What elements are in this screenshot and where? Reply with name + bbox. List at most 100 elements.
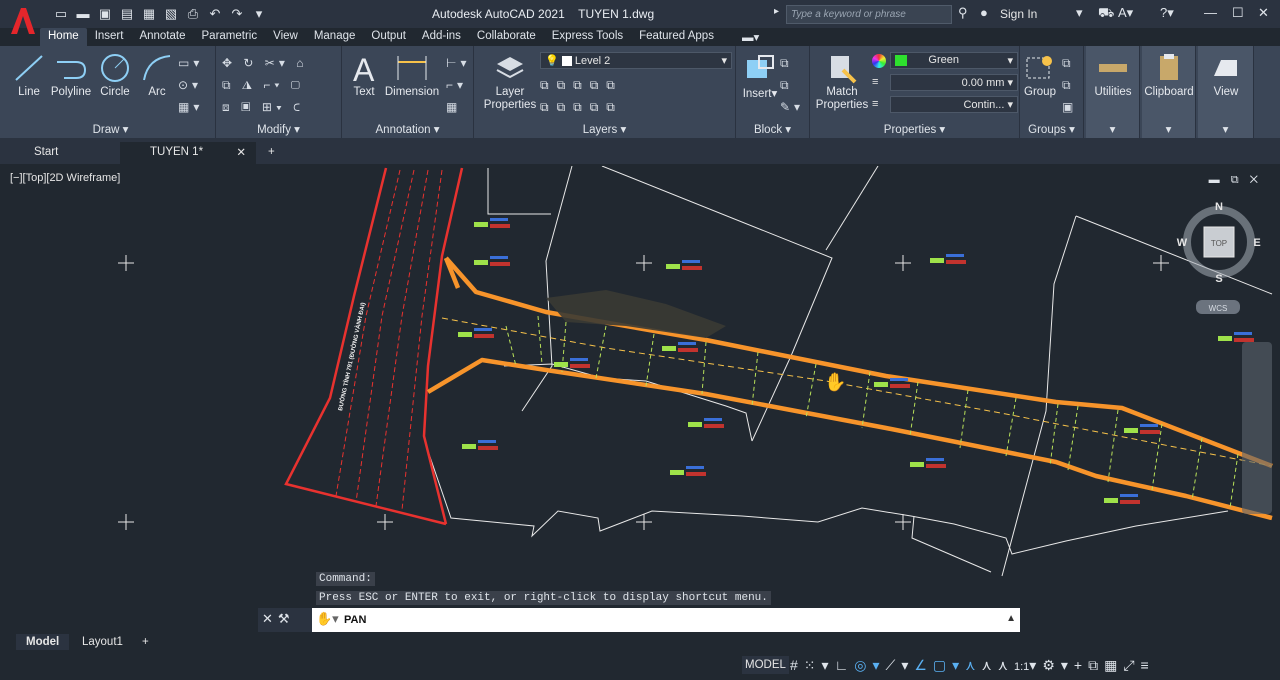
insert-button[interactable]: Insert▾ [740,52,780,100]
lineweight-dropdown[interactable]: 0.00 mm ▾ [890,74,1018,91]
polar-icon[interactable]: ◎▾ [854,657,885,673]
plus-icon[interactable]: + [1074,657,1088,673]
modify-panel-title[interactable]: Modify ▾ [216,122,341,136]
close-icon[interactable]: ✕ [1258,5,1269,21]
command-history-toggle-icon[interactable]: ▲ [1006,613,1016,624]
tab-featured-apps[interactable]: Featured Apps [631,28,722,46]
search-input[interactable]: Type a keyword or phrase [786,5,952,24]
layer-dropdown[interactable]: 💡 Level 2 ▾ [540,52,732,69]
signin-dropdown-icon[interactable]: ▾ [1076,5,1083,21]
save-icon[interactable]: ▣ [96,5,114,23]
model-tab[interactable]: Model [16,634,70,650]
dimension-button[interactable]: Dimension [382,52,442,98]
line-button[interactable]: Line [12,52,46,98]
annotation-small-tools[interactable]: ⊢▾ ⌐▾ ▦ [446,52,470,118]
layer-small-tools[interactable]: ⧉⧉⧉⧉⧉ ⧉⧉⧉⧉⧉ [540,74,623,118]
command-line[interactable]: ✕⚒ ✋▾ PAN ▲ [258,608,1020,632]
osnap-icon[interactable]: ▢▾ [933,657,965,673]
drawing-tab[interactable]: TUYEN 1* ✕ [120,142,256,164]
group-small-tools[interactable]: ⧉ ⧉ ▣ [1062,52,1077,118]
arc-button[interactable]: Arc [138,52,176,98]
viewcube-west[interactable]: W [1177,237,1188,249]
cart-icon[interactable]: ⛟ [1098,5,1114,23]
web-open-icon[interactable]: ▦ [140,5,158,23]
viewcube-top[interactable]: TOP [1211,239,1227,248]
osnap-tracking-icon[interactable]: ⟋▾ [886,657,915,673]
tab-insert[interactable]: Insert [87,28,132,46]
annotation-visibility-icon[interactable]: ⋏ [965,657,981,673]
tab-express-tools[interactable]: Express Tools [544,28,631,46]
linetype-dropdown[interactable]: Contin... ▾ [890,96,1018,113]
viewport-controls-label[interactable]: [−][Top][2D Wireframe] [10,172,120,184]
maximize-icon[interactable]: ☐ [1232,5,1244,21]
tab-add-ins[interactable]: Add-ins [414,28,469,46]
drawing-viewport[interactable]: ĐƯỜNG TỈNH 791 (ĐƯỜNG VÀNH ĐAI) ✋ [−][To… [6,166,1274,628]
block-panel-title[interactable]: Block ▾ [736,122,809,136]
autodesk-app-icon[interactable]: A▾ [1118,5,1133,21]
new-icon[interactable]: ▭ [52,5,70,23]
utilities-button[interactable]: Utilities [1086,52,1140,98]
customize-command-icon[interactable]: ⚒ [278,611,295,626]
model-space-button[interactable]: MODEL [742,656,789,674]
tab-collaborate[interactable]: Collaborate [469,28,544,46]
view-button[interactable]: View [1198,52,1254,98]
circle-button[interactable]: Circle [96,52,134,98]
tab-home[interactable]: Home [40,28,87,46]
isodraft-icon[interactable]: ∠ [914,657,933,673]
navigation-bar[interactable] [1242,342,1272,514]
utilities-dropdown-icon[interactable]: ▾ [1086,122,1139,136]
groups-panel-title[interactable]: Groups ▾ [1020,122,1083,136]
viewcube-north[interactable]: N [1215,201,1223,213]
annotation-scale-icon[interactable]: ⋏ [998,657,1014,673]
minimize-icon[interactable]: — [1204,5,1217,20]
group-button[interactable]: Group [1022,52,1058,98]
match-properties-button[interactable]: Match Properties [814,52,870,112]
add-layout-button[interactable]: + [132,634,159,650]
workspace-gear-icon[interactable]: ⚙▾ [1042,657,1074,673]
hardware-accel-icon[interactable]: ▦ [1104,657,1123,673]
customize-dropdown-icon[interactable]: ▾ [250,5,268,23]
modify-small-tools[interactable]: ✥ ↻ ✂▾ ⌂ ⧉ ◮ ⌐▾ ▢ ⧈ ▣ ⊞▾ ⊂ [222,52,307,118]
sign-in-button[interactable]: Sign In [1000,7,1037,21]
grid-icon[interactable]: # [790,657,804,673]
view-panel[interactable]: View ▾ [1198,46,1254,138]
status-bar-toggles[interactable]: #⁙▾∟◎▾⟋▾∠▢▾⋏⋏⋏1:1▾⚙▾+⧉▦⤢≡ [790,657,1155,674]
viewport-window-controls[interactable]: ▬ ⧉ ✕ [1209,174,1262,187]
save-as-icon[interactable]: ▤ [118,5,136,23]
polyline-button[interactable]: Polyline [46,52,96,98]
properties-panel-title[interactable]: Properties ▾ [810,122,1019,136]
clipboard-dropdown-icon[interactable]: ▾ [1142,122,1195,136]
viewcube-east[interactable]: E [1253,237,1260,249]
tab-parametric[interactable]: Parametric [194,28,266,46]
new-tab-button[interactable]: + [238,142,278,164]
autocad-logo-icon[interactable] [8,4,38,38]
snap-icon[interactable]: ⁙▾ [804,657,835,673]
ribbon-minimize-icon[interactable]: ▬▾ [722,28,767,46]
isolate-icon[interactable]: ⧉ [1088,657,1104,673]
scale-value[interactable]: 1:1 [1014,661,1029,673]
annotation-panel-title[interactable]: Annotation ▾ [342,122,473,136]
command-input[interactable]: PAN [344,614,366,626]
tab-view[interactable]: View [265,28,306,46]
block-small-tools[interactable]: ⧉ ⧉ ✎▾ [780,52,804,118]
help-icon[interactable]: ?▾ [1160,5,1174,21]
viewcube-south[interactable]: S [1215,273,1222,285]
undo-icon[interactable]: ↶ [206,5,224,23]
web-save-icon[interactable]: ▧ [162,5,180,23]
wcs-menu[interactable]: WCS [1209,304,1228,313]
auto-scale-icon[interactable]: ⋏ [981,657,997,673]
layer-properties-button[interactable]: Layer Properties [480,52,540,112]
color-dropdown[interactable]: Green ▾ [890,52,1018,69]
viewcube[interactable]: TOP N S E W WCS [1174,200,1264,320]
open-icon[interactable]: ▬ [74,5,92,23]
search-expand-icon[interactable]: ▸ [774,6,779,17]
drawing-canvas[interactable]: ĐƯỜNG TỈNH 791 (ĐƯỜNG VÀNH ĐAI) ✋ [6,166,1274,628]
tab-manage[interactable]: Manage [306,28,364,46]
search-icon[interactable]: ⚲ [958,5,968,21]
draw-small-tools[interactable]: ▭▾ ⊙▾ ▦▾ [178,52,203,118]
clipboard-panel[interactable]: Clipboard ▾ [1142,46,1196,138]
utilities-panel[interactable]: Utilities ▾ [1086,46,1140,138]
close-command-icon[interactable]: ✕ [262,611,278,626]
tab-output[interactable]: Output [363,28,414,46]
clean-screen-icon[interactable]: ⤢ [1123,657,1140,673]
